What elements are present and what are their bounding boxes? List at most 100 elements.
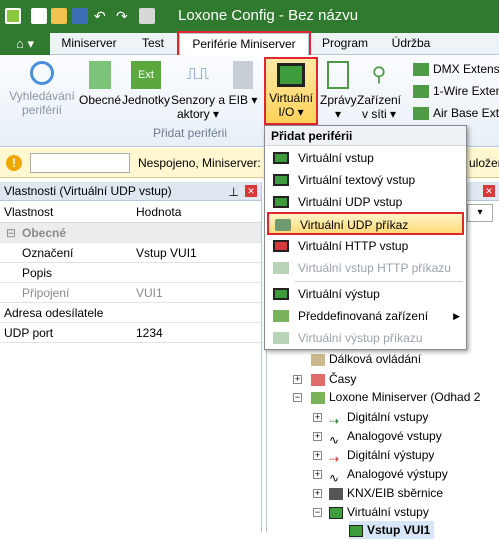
menu-item-virtual-http-input[interactable]: Virtuální HTTP vstup bbox=[265, 235, 466, 257]
messages-icon bbox=[327, 61, 349, 89]
dmx-icon bbox=[413, 63, 429, 77]
remote-icon bbox=[311, 353, 325, 366]
miniserver-icon bbox=[311, 391, 325, 404]
digital-input-icon: ⇢ bbox=[329, 413, 340, 428]
menu-header: Přidat periférii bbox=[265, 126, 466, 146]
predefined-devices-icon bbox=[273, 310, 289, 322]
dmx-extension-button[interactable]: DMX Extensi bbox=[413, 60, 499, 78]
undo-icon[interactable]: ↶ bbox=[94, 8, 110, 24]
properties-panel: Vlastnosti (Virtuální UDP vstup) ⊥ ✕ Vla… bbox=[0, 182, 262, 532]
properties-panel-header: Vlastnosti (Virtuální UDP vstup) ⊥ ✕ bbox=[0, 182, 261, 201]
virtual-input-icon bbox=[329, 506, 343, 519]
tab-udrzba[interactable]: Údržba bbox=[381, 33, 441, 55]
tab-program[interactable]: Program bbox=[312, 33, 378, 55]
tab-file[interactable]: ⌂ ▾ bbox=[0, 33, 50, 55]
tab-test[interactable]: Test bbox=[130, 33, 176, 55]
eib-button[interactable]: EIB ▾ bbox=[228, 61, 258, 125]
expand-icon[interactable]: + bbox=[293, 375, 302, 384]
col-property: Vlastnost bbox=[4, 205, 54, 219]
messages-button[interactable]: Zprávy ▾ bbox=[320, 61, 357, 125]
tab-periferie-miniserver[interactable]: Periférie Miniserver bbox=[177, 31, 311, 57]
col-value: Hodnota bbox=[136, 205, 182, 219]
collapse-icon[interactable]: ⊟ bbox=[6, 223, 16, 243]
tree-item-digital-outputs[interactable]: ⇢ Digitální výstupy bbox=[329, 446, 434, 466]
air-base-extension-button[interactable]: Air Base Exte bbox=[413, 104, 499, 122]
dropdown-arrow-icon: ▾ bbox=[334, 107, 342, 121]
menu-separator bbox=[295, 281, 463, 282]
tree-item-analog-outputs[interactable]: ∿ Analogové výstupy bbox=[329, 465, 448, 485]
open-folder-icon[interactable] bbox=[51, 8, 67, 24]
virtual-output-command-icon bbox=[273, 332, 289, 344]
tree-item-loxone-miniserver[interactable]: Loxone Miniserver (Odhad 2 bbox=[311, 388, 480, 406]
menu-item-virtual-udp-input[interactable]: Virtuální UDP vstup bbox=[265, 191, 466, 213]
property-row[interactable]: Adresa odesílatele bbox=[0, 303, 261, 323]
document-green-icon bbox=[89, 61, 111, 89]
onewire-extension-button[interactable]: 1-Wire Exten bbox=[413, 82, 499, 100]
pin-icon[interactable]: ⊥ bbox=[229, 183, 239, 201]
submenu-arrow-icon: ▶ bbox=[453, 311, 460, 321]
ext-icon: Ext bbox=[131, 61, 161, 89]
properties-grid-header: Vlastnost Hodnota bbox=[0, 201, 261, 223]
menu-item-virtual-udp-command[interactable]: Virtuální UDP příkaz bbox=[267, 212, 464, 235]
menu-item-virtual-http-command: Virtuální vstup HTTP příkazu bbox=[265, 257, 466, 279]
collapse-icon[interactable]: − bbox=[293, 393, 302, 402]
digital-output-icon: ⇢ bbox=[329, 451, 340, 466]
property-row[interactable]: Označení Vstup VUI1 bbox=[0, 243, 261, 263]
collapse-icon[interactable]: − bbox=[313, 508, 322, 517]
virtual-input-icon bbox=[349, 524, 363, 537]
tab-miniserver[interactable]: Miniserver bbox=[50, 33, 128, 55]
network-devices-button[interactable]: ⚲ Zařízení v síti ▾ bbox=[356, 61, 402, 125]
expand-icon[interactable]: + bbox=[313, 489, 322, 498]
menu-item-virtual-text-input[interactable]: Virtuální textový vstup bbox=[265, 169, 466, 191]
tree-item-virtual-inputs[interactable]: Virtuální vstupy bbox=[329, 503, 429, 521]
menu-item-virtual-input[interactable]: Virtuální vstup bbox=[265, 147, 466, 169]
redo-icon[interactable]: ↷ bbox=[116, 8, 132, 24]
virtual-io-button[interactable]: Virtuální I/O ▾ bbox=[264, 57, 318, 125]
tree-item-times[interactable]: Časy bbox=[311, 370, 356, 388]
menu-item-predefined-devices[interactable]: Předdefinovaná zařízení ▶ bbox=[265, 305, 466, 327]
onewire-icon bbox=[413, 85, 429, 99]
general-button[interactable]: Obecné bbox=[78, 61, 122, 125]
tree-item-remote-controls[interactable]: Dálková ovládání bbox=[311, 350, 421, 368]
dropdown-arrow-icon: ▾ bbox=[247, 93, 258, 107]
sensors-actors-button[interactable]: ⎍⎍ Senzory a aktory ▾ bbox=[170, 61, 226, 125]
knx-icon bbox=[329, 487, 343, 500]
calendar-icon bbox=[311, 373, 325, 386]
tree-item-vstup-vui1[interactable]: Vstup VUI1 bbox=[349, 521, 435, 539]
close-icon[interactable]: ✕ bbox=[483, 185, 495, 197]
tree-item-knx-eib-bus[interactable]: KNX/EIB sběrnice bbox=[329, 484, 443, 502]
virtual-udp-command-icon bbox=[275, 219, 291, 231]
property-row[interactable]: Popis bbox=[0, 263, 261, 283]
signal-wave-icon: ⎍⎍ bbox=[186, 66, 210, 83]
search-icon bbox=[30, 61, 54, 85]
air-base-icon bbox=[413, 107, 429, 121]
tree-item-analog-inputs[interactable]: ∿ Analogové vstupy bbox=[329, 427, 442, 447]
analog-output-icon: ∿ bbox=[329, 470, 340, 485]
expand-icon[interactable]: + bbox=[313, 413, 322, 422]
status-input[interactable] bbox=[30, 153, 130, 173]
close-icon[interactable]: ✕ bbox=[245, 185, 257, 197]
tree-filter-dropdown[interactable]: ▾ bbox=[467, 204, 493, 222]
virtual-io-icon bbox=[277, 63, 305, 87]
virtual-output-icon bbox=[273, 288, 289, 300]
save-icon[interactable] bbox=[72, 8, 88, 24]
virtual-io-menu: Přidat periférii Virtuální vstup Virtuál… bbox=[264, 125, 467, 350]
new-file-icon[interactable] bbox=[31, 8, 47, 24]
menu-item-virtual-output-command: Virtuální výstup příkazu bbox=[265, 327, 466, 349]
expand-icon[interactable]: + bbox=[313, 470, 322, 479]
expand-icon[interactable]: + bbox=[313, 451, 322, 460]
dropdown-arrow-icon: ▾ bbox=[294, 105, 304, 119]
properties-title: Vlastnosti (Virtuální UDP vstup) bbox=[4, 184, 172, 198]
search-peripherals-button[interactable]: Vyhledávání periférií bbox=[6, 61, 78, 125]
print-icon[interactable] bbox=[139, 8, 155, 24]
property-row[interactable]: UDP port 1234 bbox=[0, 323, 261, 343]
menu-item-virtual-output[interactable]: Virtuální výstup bbox=[265, 283, 466, 305]
dropdown-arrow-icon: ▾ bbox=[209, 107, 220, 121]
tree-item-digital-inputs[interactable]: ⇢ Digitální vstupy bbox=[329, 408, 428, 428]
units-button[interactable]: Ext Jednotky bbox=[120, 61, 172, 125]
status-text-right: uložen bbox=[469, 156, 499, 170]
expand-icon[interactable]: + bbox=[313, 432, 322, 441]
virtual-input-icon bbox=[273, 152, 289, 164]
property-row[interactable]: Připojení VUI1 bbox=[0, 283, 261, 303]
property-group-obecne[interactable]: ⊟ Obecné bbox=[0, 223, 261, 243]
